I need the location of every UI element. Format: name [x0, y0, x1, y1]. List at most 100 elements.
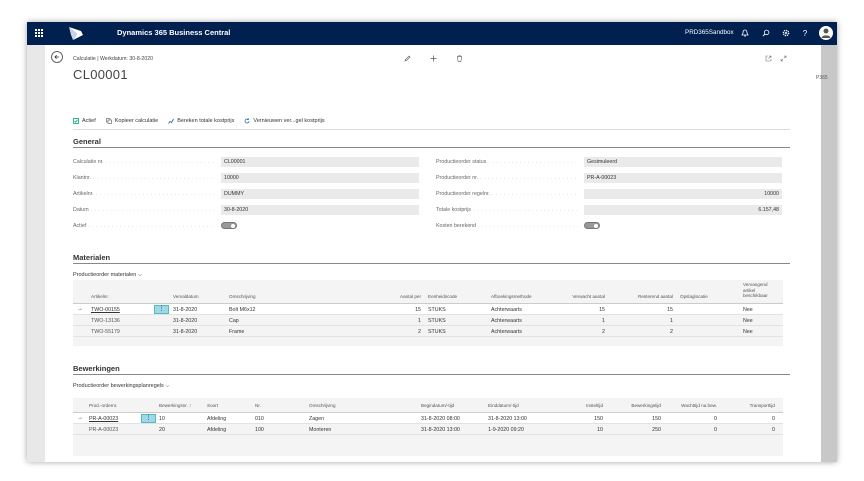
cell-verwacht-aantal[interactable]: 15 [553, 307, 605, 313]
back-icon[interactable] [51, 51, 63, 63]
cell-bewerkingstijd[interactable]: 150 [611, 416, 661, 422]
cell-omschrijving[interactable]: Frame [229, 329, 244, 335]
cell-insteltijd[interactable]: 10 [553, 427, 603, 433]
cell-begindatum[interactable]: 31-8-2020 08:00 [421, 416, 460, 422]
app-title[interactable]: Dynamics 365 Business Central [117, 28, 230, 37]
cell-bewerkingsnr[interactable]: 10 [159, 416, 165, 422]
col-header-omschrijving[interactable]: Omschrijving [229, 294, 256, 300]
col-header-vervaldatum[interactable]: Vervaldatum [173, 294, 199, 300]
action-actief[interactable]: Actief [73, 116, 96, 126]
cell-vervaldatum[interactable]: 31-8-2020 [173, 329, 197, 335]
col-header-begindatum[interactable]: Begindatum/-tijd [421, 403, 454, 409]
col-header-insteltijd[interactable]: Insteltijd [553, 403, 603, 409]
cell-transporttijd[interactable]: 0 [725, 416, 775, 422]
row-menu-icon[interactable]: ⋮ [141, 414, 156, 423]
cell-omschrijving[interactable]: Zagen [309, 416, 324, 422]
cell-vervaldatum[interactable]: 31-8-2020 [173, 307, 197, 313]
cell-artikelnr[interactable]: TWO-55179 [91, 329, 120, 335]
search-icon[interactable] [760, 27, 772, 39]
cell-insteltijd[interactable]: 150 [553, 416, 603, 422]
cell-eenheidscode[interactable]: STUKS [428, 318, 446, 324]
general-section-title[interactable]: General [73, 137, 101, 146]
table-row[interactable]: → PR-A-00023 ⋮ 10 Afdeling 010 Zagen 31-… [73, 413, 783, 424]
cell-omschrijving[interactable]: Monteren [309, 427, 331, 433]
materialen-subpage-title[interactable]: Productieorder materialen ⌵ [73, 272, 142, 279]
app-launcher-icon[interactable] [35, 29, 44, 38]
cell-artikelnr[interactable]: TWO-00155 [91, 307, 120, 313]
add-icon[interactable] [428, 53, 438, 63]
col-header-afboekingsmethode[interactable]: Afboekingsmethode [491, 294, 532, 300]
col-header-nr[interactable]: Nr. [255, 403, 261, 409]
cell-eenheidscode[interactable]: STUKS [428, 329, 446, 335]
cell-prod-ordernr[interactable]: PR-A-00023 [89, 427, 118, 433]
cell-nr[interactable]: 100 [255, 427, 264, 433]
delete-icon[interactable] [454, 53, 464, 63]
cell-soort[interactable]: Afdeling [207, 416, 226, 422]
bell-icon[interactable] [739, 27, 751, 39]
help-icon[interactable]: ? [799, 27, 811, 39]
table-row[interactable]: PR-A-00023 20 Afdeling 100 Monteren 31-8… [73, 424, 783, 435]
cell-afboekingsmethode[interactable]: Achterwaarts [491, 329, 522, 335]
gear-icon[interactable] [780, 27, 792, 39]
col-header-bewerkingstijd[interactable]: Bewerkingstijd [611, 403, 661, 409]
expand-icon[interactable] [778, 53, 788, 63]
col-header-verwacht-aantal[interactable]: Verwacht aantal [553, 294, 605, 300]
col-header-aantal-per[interactable]: Aantal per [395, 294, 421, 300]
cell-soort[interactable]: Afdeling [207, 427, 226, 433]
cell-wachttijd[interactable]: 0 [667, 416, 717, 422]
productieorder-regelnr-input[interactable]: 10000 [584, 189, 782, 199]
cell-afboekingsmethode[interactable]: Achterwaarts [491, 318, 522, 324]
col-header-bewerkingsnr[interactable]: Bewerkingsnr. ↑ [159, 403, 191, 409]
cell-begindatum[interactable]: 31-8-2020 13:00 [421, 427, 460, 433]
col-header-omschrijving[interactable]: Omschrijving [309, 403, 336, 409]
col-header-resterend-aantal[interactable]: Resterend aantal [621, 294, 673, 300]
totale-kostprijs-input[interactable]: 6.157,48 [584, 205, 782, 215]
cell-bewerkingsnr[interactable]: 20 [159, 427, 165, 433]
cell-transporttijd[interactable]: 0 [725, 427, 775, 433]
cell-einddatum[interactable]: 31-8-2020 13:00 [488, 416, 527, 422]
row-menu-icon[interactable]: ⋮ [154, 305, 169, 314]
datum-input[interactable]: 30-8-2020 [221, 205, 419, 215]
cell-omschrijving[interactable]: Cap [229, 318, 239, 324]
action-bereken-totale-kostprijs[interactable]: Bereken totale kostprijs [168, 116, 234, 126]
col-header-wachttijd[interactable]: Wachttijd na bew. [667, 403, 717, 409]
col-header-vervangend-artikel[interactable]: Vervangend artikel beschikbaar [743, 282, 779, 299]
col-header-eenheidscode[interactable]: Eenheidscode [428, 294, 457, 300]
cell-aantal-per[interactable]: 1 [395, 318, 421, 324]
materialen-section-title[interactable]: Materialen [73, 253, 110, 262]
productieorder-status-input[interactable]: Gesimuleerd [584, 157, 782, 167]
table-row[interactable]: → TWO-00155 ⋮ 31-8-2020 Bolt M6x12 15 ST… [73, 304, 783, 315]
cell-aantal-per[interactable]: 15 [395, 307, 421, 313]
edit-icon[interactable] [402, 53, 412, 63]
col-header-transporttijd[interactable]: Transporttijd [725, 403, 775, 409]
cell-vervaldatum[interactable]: 31-8-2020 [173, 318, 197, 324]
cell-nr[interactable]: 010 [255, 416, 264, 422]
cell-verwacht-aantal[interactable]: 2 [553, 329, 605, 335]
cell-eenheidscode[interactable]: STUKS [428, 307, 446, 313]
cell-verwacht-aantal[interactable]: 1 [553, 318, 605, 324]
bewerkingen-subpage-title[interactable]: Productieorder bewerkingsplanregels ⌵ [73, 383, 170, 390]
cell-aantal-per[interactable]: 2 [395, 329, 421, 335]
kosten-berekend-toggle[interactable] [584, 222, 600, 229]
cell-bewerkingstijd[interactable]: 250 [611, 427, 661, 433]
action-kopieer-calculatie[interactable]: Kopieer calculatie [105, 116, 158, 126]
klantnr-input[interactable]: 10000 [221, 173, 419, 183]
col-header-soort[interactable]: Soort [207, 403, 218, 409]
col-header-artikelnr[interactable]: Artikelnr. [91, 294, 109, 300]
bewerkingen-section-title[interactable]: Bewerkingen [73, 364, 120, 373]
cell-afboekingsmethode[interactable]: Achterwaarts [491, 307, 522, 313]
cell-einddatum[interactable]: 1-9-2020 09:20 [488, 427, 524, 433]
action-vernieuwen[interactable]: Vernieuwen ver...gel kostprijs [244, 116, 325, 126]
cell-prod-ordernr[interactable]: PR-A-00023 [89, 416, 118, 422]
col-header-prod-ordernr[interactable]: Prod.-ordernr. [89, 403, 117, 409]
user-avatar-icon[interactable] [819, 26, 833, 40]
col-header-opslaglocatie[interactable]: Opslaglocatie [680, 294, 708, 300]
actief-toggle[interactable] [221, 222, 237, 229]
cell-omschrijving[interactable]: Bolt M6x12 [229, 307, 256, 313]
calculatie-nr-input[interactable]: CL00001 [221, 157, 419, 167]
productieorder-nr-input[interactable]: PR-A-00023 [584, 173, 782, 183]
open-new-window-icon[interactable] [763, 53, 773, 63]
cell-artikelnr[interactable]: TWO-13136 [91, 318, 120, 324]
environment-name[interactable]: PRD365Sandbox [685, 29, 734, 36]
cell-wachttijd[interactable]: 0 [667, 427, 717, 433]
